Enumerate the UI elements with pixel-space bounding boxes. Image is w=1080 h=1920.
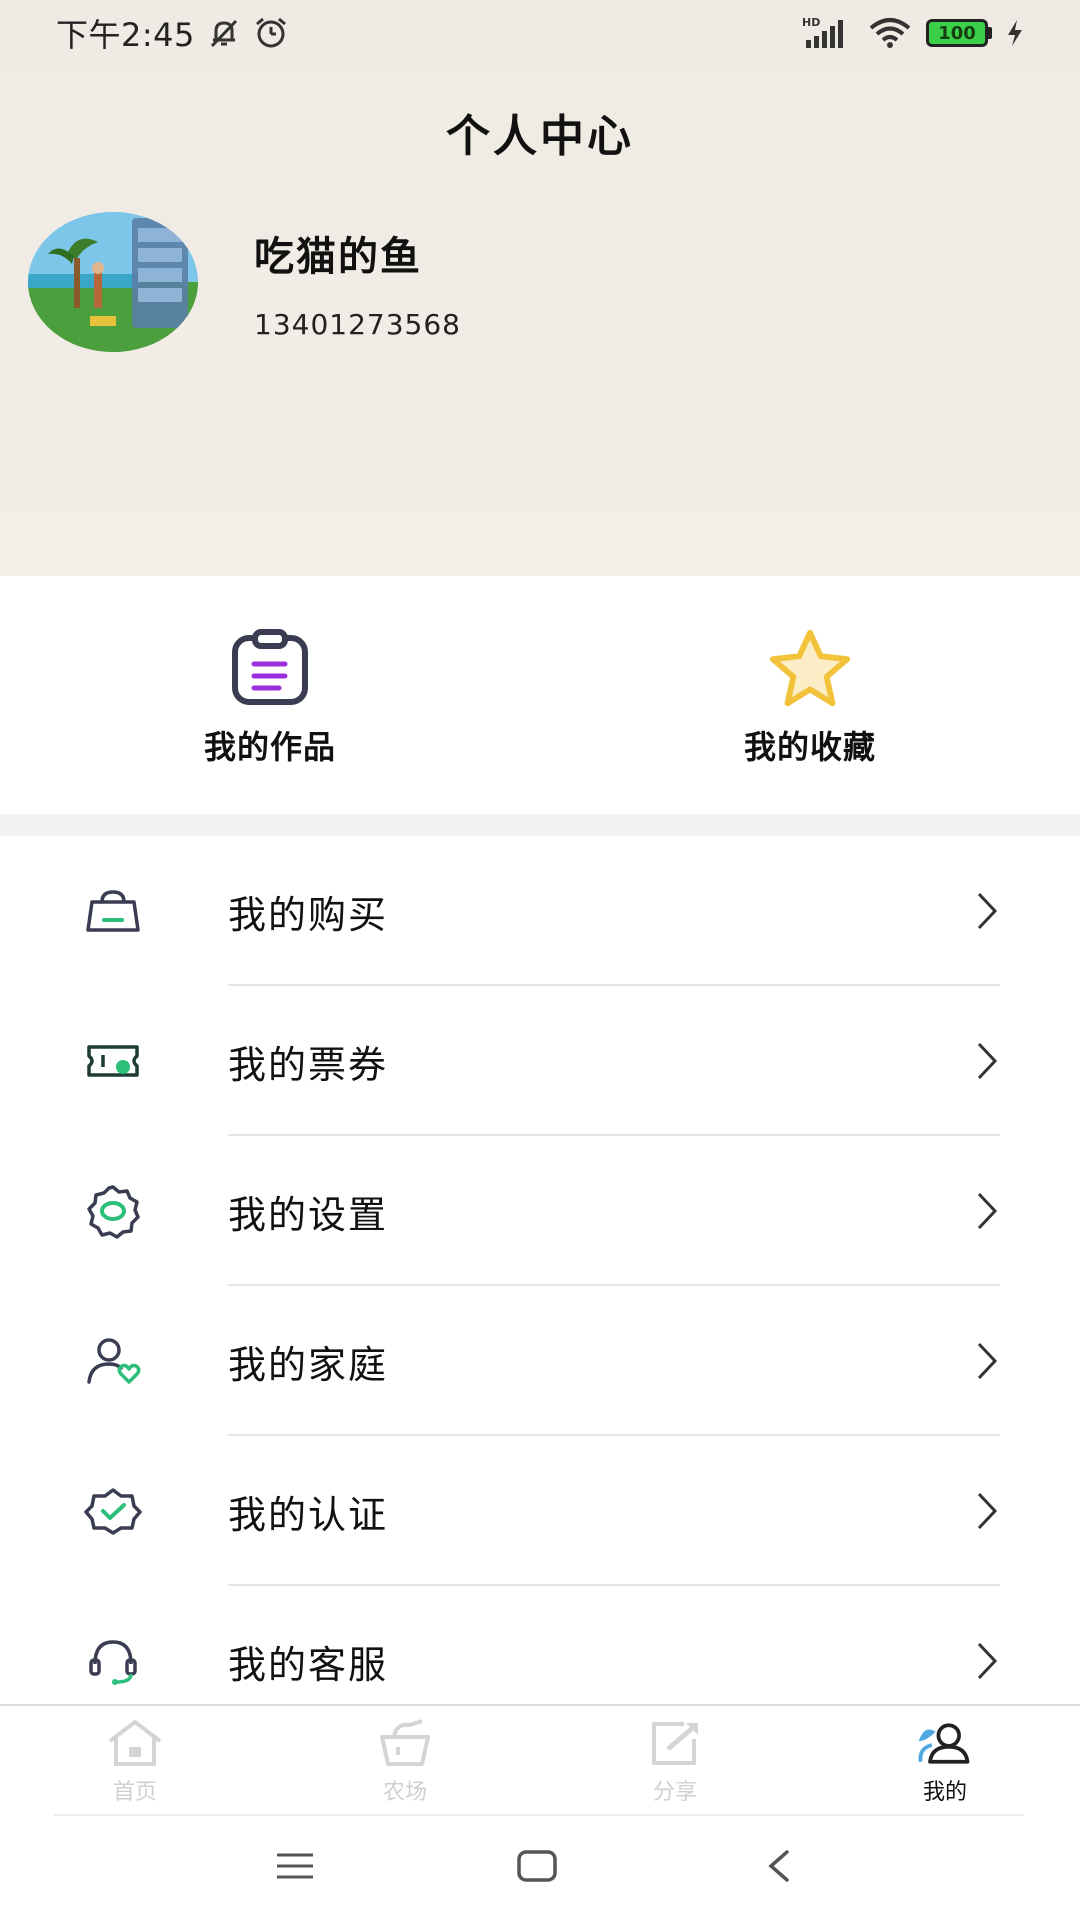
wifi-icon — [868, 16, 912, 50]
nav-home[interactable]: 首页 — [0, 1706, 270, 1816]
status-right: HD 100 — [802, 16, 1024, 50]
menu-item-label: 我的认证 — [228, 1492, 389, 1537]
nav-label: 农场 — [382, 1780, 427, 1805]
my-favorites-button[interactable]: 我的收藏 — [540, 576, 1080, 814]
menu-icon[interactable] — [270, 1844, 320, 1888]
chevron-right-icon — [972, 1489, 1002, 1533]
home-square-icon[interactable] — [512, 1844, 562, 1888]
menu-item-label: 我的客服 — [228, 1642, 389, 1687]
nav-farm[interactable]: 农场 — [270, 1706, 540, 1816]
family-heart-icon — [82, 1330, 144, 1392]
clipboard-icon — [225, 628, 315, 708]
verified-badge-icon — [82, 1480, 144, 1542]
status-time: 下午2:45 — [56, 16, 195, 54]
user-name: 吃猫的鱼 — [254, 233, 422, 280]
menu-item-tickets[interactable]: 我的票券 — [0, 986, 1080, 1136]
menu-item-family[interactable]: 我的家庭 — [0, 1286, 1080, 1436]
gear-icon — [82, 1180, 144, 1242]
user-phone: 13401273568 — [254, 307, 461, 341]
menu-item-verification[interactable]: 我的认证 — [0, 1436, 1080, 1586]
profile-card[interactable]: 吃猫的鱼 13401273568 — [28, 212, 461, 352]
battery-icon: 100 — [926, 19, 992, 47]
shopping-bag-icon — [82, 880, 144, 942]
chevron-right-icon — [972, 889, 1002, 933]
menu-item-purchases[interactable]: 我的购买 — [0, 836, 1080, 986]
chevron-right-icon — [972, 1039, 1002, 1083]
home-icon — [105, 1718, 165, 1768]
page-title: 个人中心 — [446, 111, 634, 162]
bottom-navigation: 首页 农场 分享 我的 — [0, 1704, 1080, 1816]
network-type-label: HD — [802, 16, 820, 29]
share-icon — [645, 1718, 705, 1768]
charging-bolt-icon — [1006, 19, 1024, 47]
menu-item-settings[interactable]: 我的设置 — [0, 1136, 1080, 1286]
menu-item-label: 我的购买 — [228, 892, 389, 937]
alarm-clock-icon — [253, 15, 289, 51]
battery-tip — [988, 27, 992, 39]
my-works-button[interactable]: 我的作品 — [0, 576, 540, 814]
my-works-label: 我的作品 — [203, 728, 336, 766]
nav-label: 我的 — [922, 1780, 967, 1805]
user-icon — [915, 1718, 975, 1768]
chevron-right-icon — [972, 1339, 1002, 1383]
chevron-right-icon — [972, 1189, 1002, 1233]
mute-bell-icon — [207, 16, 241, 50]
headset-icon — [82, 1630, 144, 1692]
star-icon — [765, 628, 855, 708]
profile-info: 吃猫的鱼 13401273568 — [254, 224, 461, 341]
ticket-icon — [82, 1030, 144, 1092]
my-favorites-label: 我的收藏 — [743, 728, 876, 766]
status-bar: 下午2:45 HD 100 — [0, 0, 1080, 66]
menu-item-label: 我的设置 — [228, 1192, 389, 1237]
status-left: 下午2:45 — [56, 10, 289, 56]
chevron-right-icon — [972, 1639, 1002, 1683]
menu-item-label: 我的票券 — [228, 1042, 389, 1087]
nav-share[interactable]: 分享 — [540, 1706, 810, 1816]
section-separator — [0, 814, 1080, 836]
quick-actions: 我的作品 我的收藏 — [0, 576, 1080, 814]
battery-level: 100 — [926, 19, 988, 47]
system-navigation-bar — [0, 1816, 1080, 1920]
nav-label: 分享 — [652, 1780, 697, 1805]
cellular-signal-icon: HD — [802, 16, 854, 50]
nav-mine[interactable]: 我的 — [810, 1706, 1080, 1816]
basket-icon — [375, 1718, 435, 1768]
back-arrow-icon[interactable] — [754, 1844, 804, 1888]
avatar[interactable] — [28, 212, 198, 352]
nav-label: 首页 — [112, 1780, 157, 1805]
menu-list: 我的购买 我的票券 我的设置 我的家庭 我的认证 我的客服 — [0, 836, 1080, 1736]
menu-item-label: 我的家庭 — [228, 1342, 389, 1387]
